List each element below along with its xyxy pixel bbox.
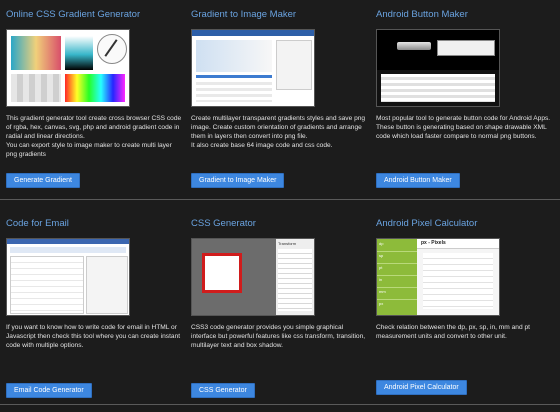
card-description: CSS3 code generator provides you simple …	[191, 324, 366, 349]
card-title[interactable]: Android Button Maker	[376, 9, 468, 20]
card-title[interactable]: Gradient to Image Maker	[191, 9, 296, 20]
pixel-cell: sp	[379, 253, 384, 258]
gradient-to-image-maker-button[interactable]: Gradient to Image Maker	[191, 173, 285, 188]
row-divider	[0, 199, 560, 200]
email-code-generator-button[interactable]: Email Code Generator	[6, 383, 92, 398]
css-generator-button[interactable]: CSS Generator	[191, 383, 255, 398]
card-title[interactable]: Code for Email	[6, 218, 69, 229]
email-code-thumbnail[interactable]	[6, 238, 130, 316]
card-description: Most popular tool to generate button cod…	[376, 115, 551, 140]
pixel-cell: dp	[379, 241, 384, 246]
card-description: Check relation between the dp, px, sp, i…	[376, 324, 530, 340]
card-description: This gradient generator tool create cros…	[6, 115, 182, 158]
android-pixel-calculator-button[interactable]: Android Pixel Calculator	[376, 380, 467, 395]
pixel-cell: in	[379, 277, 383, 282]
gradient-generator-thumbnail[interactable]	[6, 29, 130, 107]
image-maker-thumbnail[interactable]	[191, 29, 315, 107]
bottom-divider	[0, 404, 560, 405]
card-description: If you want to know how to write code fo…	[6, 324, 181, 349]
pixel-cell: pt	[379, 265, 383, 270]
pixel-cell: mm	[379, 289, 386, 294]
android-button-thumbnail[interactable]	[376, 29, 500, 107]
pixel-calculator-thumbnail[interactable]: px - Pixels dp sp pt in mm px	[376, 238, 500, 316]
pixel-cell: px	[379, 301, 384, 306]
card-title[interactable]: CSS Generator	[191, 218, 256, 229]
generate-gradient-button[interactable]: Generate Gradient	[6, 173, 80, 188]
css-generator-thumbnail[interactable]: Transform	[191, 238, 315, 316]
android-button-maker-button[interactable]: Android Button Maker	[376, 173, 460, 188]
pixel-header: px - Pixels	[421, 240, 446, 246]
card-description: Create multilayer transparent gradients …	[191, 115, 366, 149]
card-title[interactable]: Online CSS Gradient Generator	[6, 9, 140, 20]
css-panel-label: Transform	[278, 241, 297, 246]
card-title[interactable]: Android Pixel Calculator	[376, 218, 477, 229]
